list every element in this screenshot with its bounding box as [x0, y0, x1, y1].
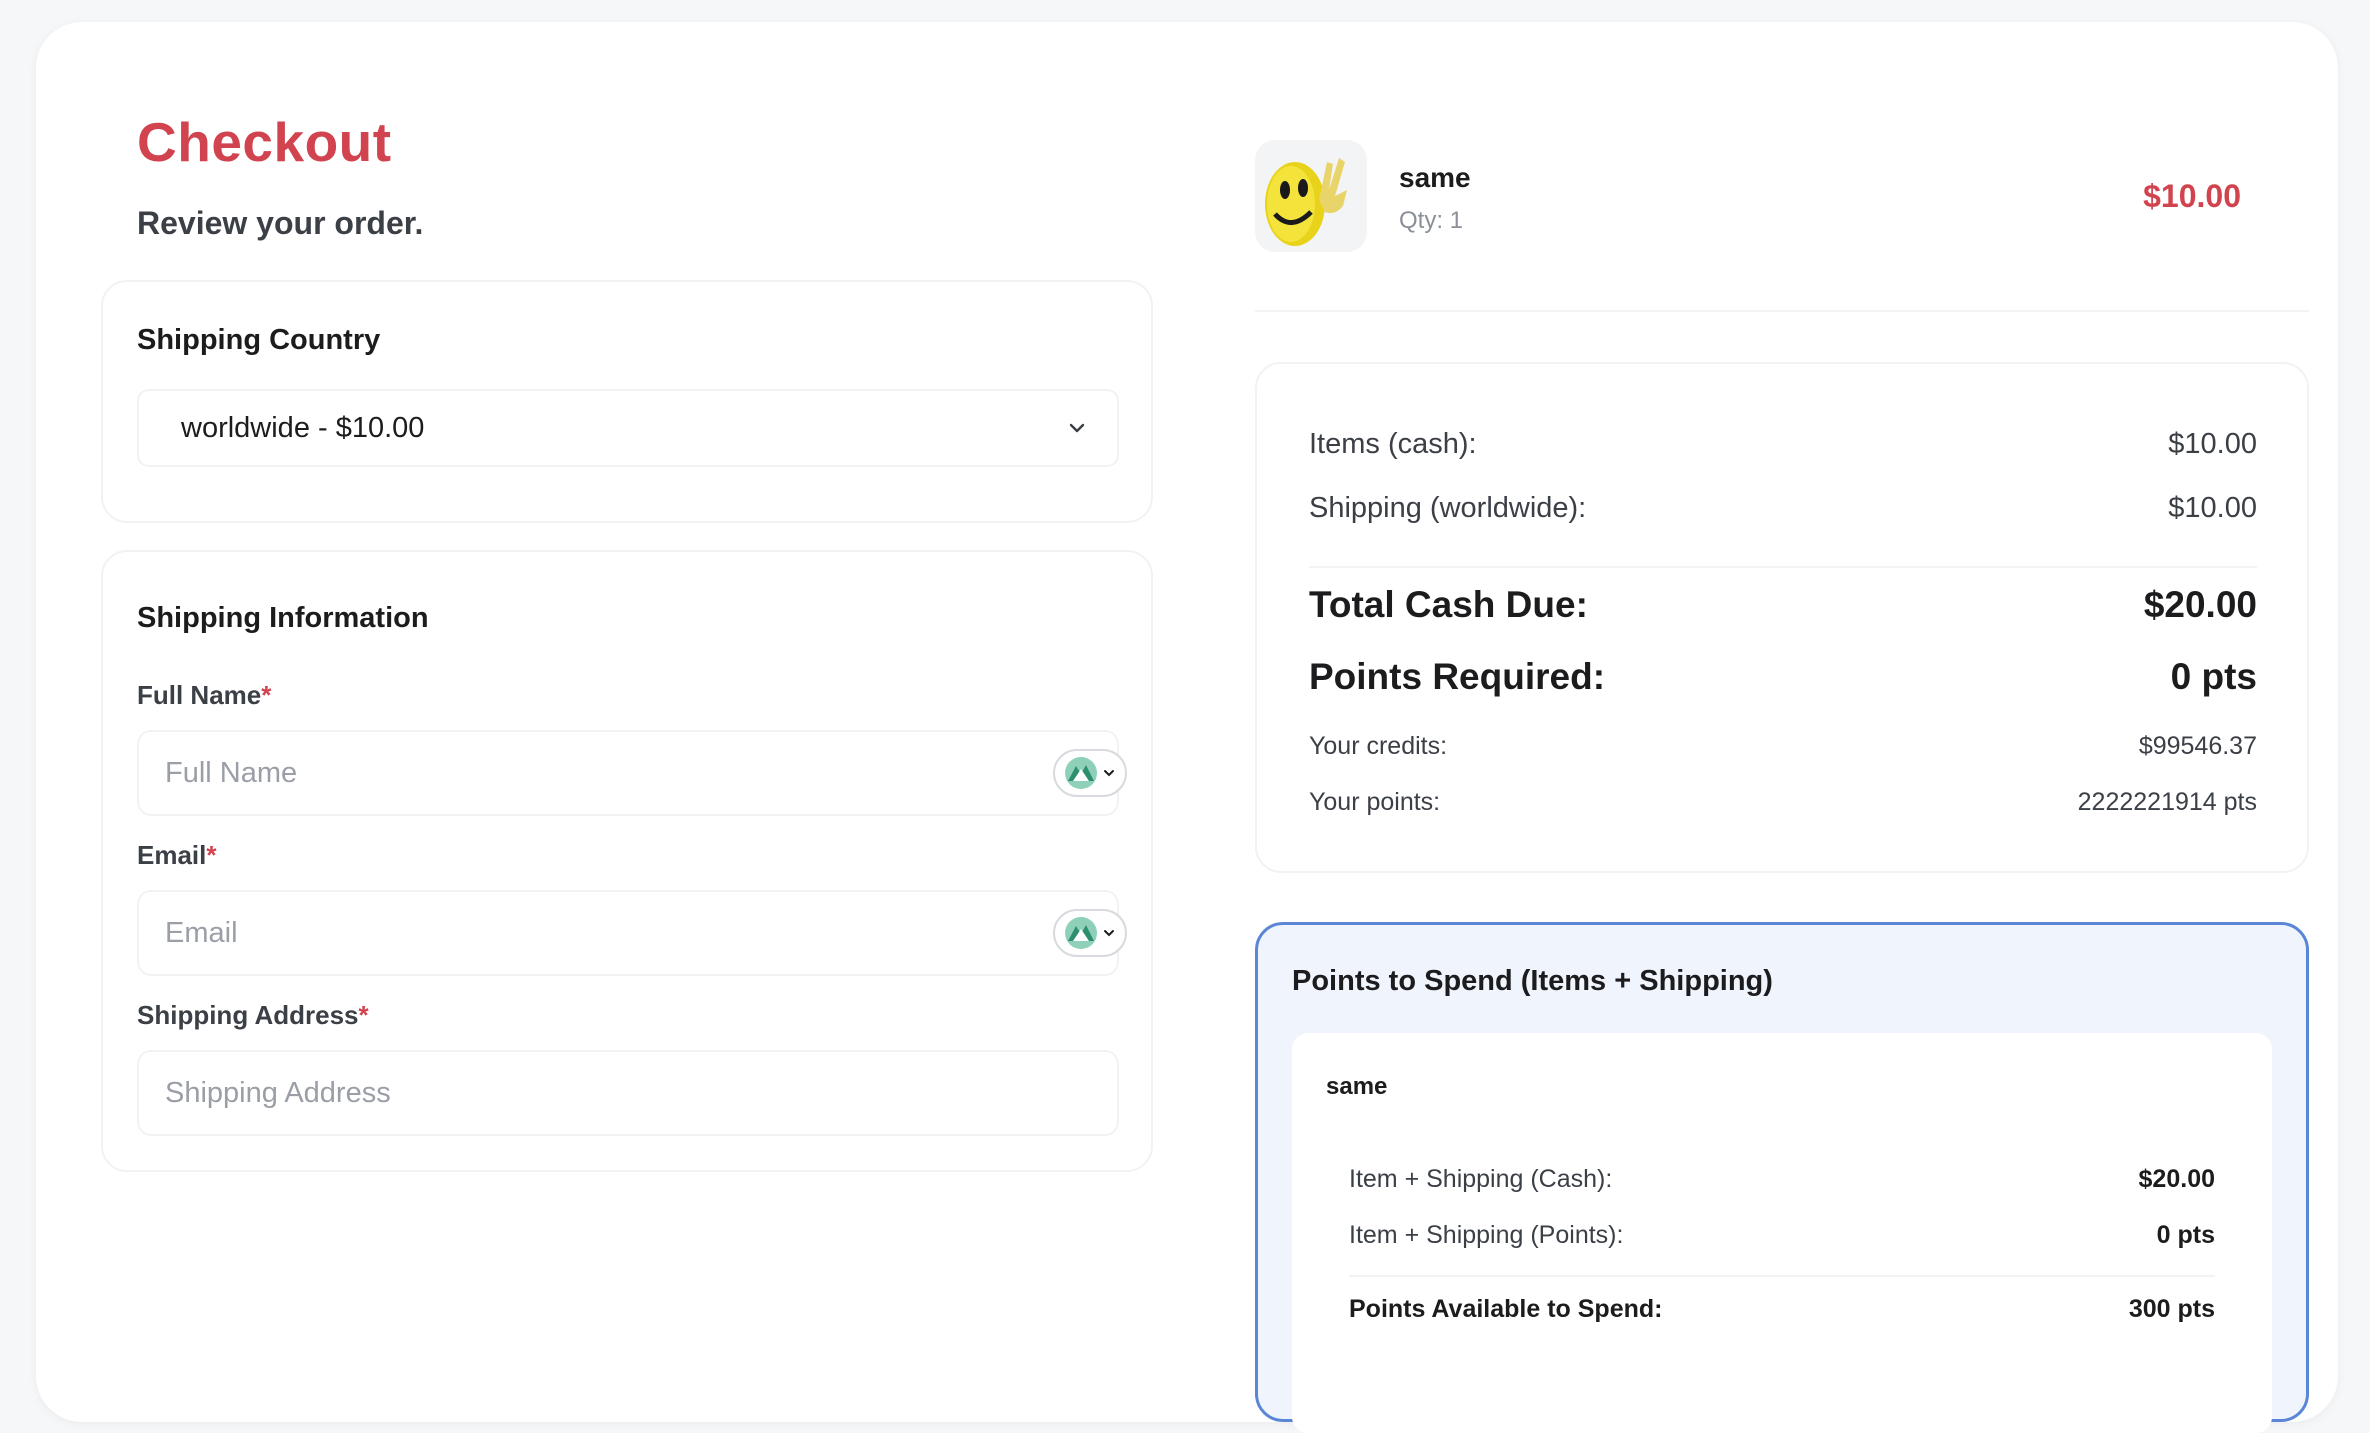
items-cash-row: Items (cash): $10.00: [1309, 428, 2257, 460]
autofill-extension-button[interactable]: [1053, 909, 1127, 957]
chevron-down-icon: [1069, 423, 1085, 433]
order-item-price: $10.00: [2143, 178, 2241, 214]
shipping-country-selected: worldwide - $10.00: [181, 411, 425, 444]
smiley-thumbnail: [1265, 158, 1347, 246]
page-subtitle: Review your order.: [137, 205, 424, 241]
shipping-country-select[interactable]: worldwide - $10.00: [137, 389, 1119, 467]
shipping-country-title: Shipping Country: [137, 324, 381, 356]
divider: [1349, 1275, 2215, 1277]
page-title: Checkout: [137, 111, 392, 173]
email-input[interactable]: [137, 890, 1119, 976]
chevron-down-icon: [1104, 930, 1114, 937]
credits-row: Your credits: $99546.37: [1309, 732, 2257, 760]
shipping-address-label: Shipping Address*: [137, 1000, 369, 1030]
points-to-spend-title: Points to Spend (Items + Shipping): [1292, 965, 1773, 997]
order-item-qty: Qty: 1: [1399, 207, 1464, 234]
autofill-extension-icon: [1065, 917, 1097, 949]
points-item-card: same Item + Shipping (Cash): $20.00 Item …: [1292, 1033, 2272, 1433]
shipping-info-panel: Shipping Information Full Name* Email*: [101, 550, 1153, 1172]
checkout-card: Checkout Review your order. Shipping Cou…: [36, 22, 2338, 1433]
points-required-row: Points Required: 0 pts: [1309, 656, 2257, 697]
points-available-row: Points Available to Spend: 300 pts: [1349, 1295, 2215, 1323]
points-row: Your points: 2222221914 pts: [1309, 788, 2257, 816]
autofill-extension-icon: [1065, 757, 1097, 789]
product-thumbnail: [1255, 140, 1367, 252]
total-cash-row: Total Cash Due: $20.00: [1309, 584, 2257, 625]
email-label: Email*: [137, 840, 217, 870]
divider: [1255, 310, 2309, 312]
shipping-address-input[interactable]: [137, 1050, 1119, 1136]
divider: [1309, 566, 2257, 568]
item-shipping-points-row: Item + Shipping (Points): 0 pts: [1349, 1221, 2215, 1249]
autofill-extension-button[interactable]: [1053, 749, 1127, 797]
shipping-cash-row: Shipping (worldwide): $10.00: [1309, 492, 2257, 524]
order-item-name: same: [1399, 162, 1471, 193]
full-name-input[interactable]: [137, 730, 1119, 816]
order-summary-panel: Items (cash): $10.00 Shipping (worldwide)…: [1255, 362, 2309, 873]
chevron-down-icon: [1104, 770, 1114, 777]
points-item-name: same: [1326, 1073, 1388, 1100]
item-shipping-cash-row: Item + Shipping (Cash): $20.00: [1349, 1165, 2215, 1193]
points-to-spend-panel: Points to Spend (Items + Shipping) same …: [1255, 922, 2309, 1433]
shipping-info-title: Shipping Information: [137, 602, 429, 634]
shipping-country-panel: Shipping Country worldwide - $10.00: [101, 280, 1153, 523]
full-name-label: Full Name*: [137, 680, 272, 710]
